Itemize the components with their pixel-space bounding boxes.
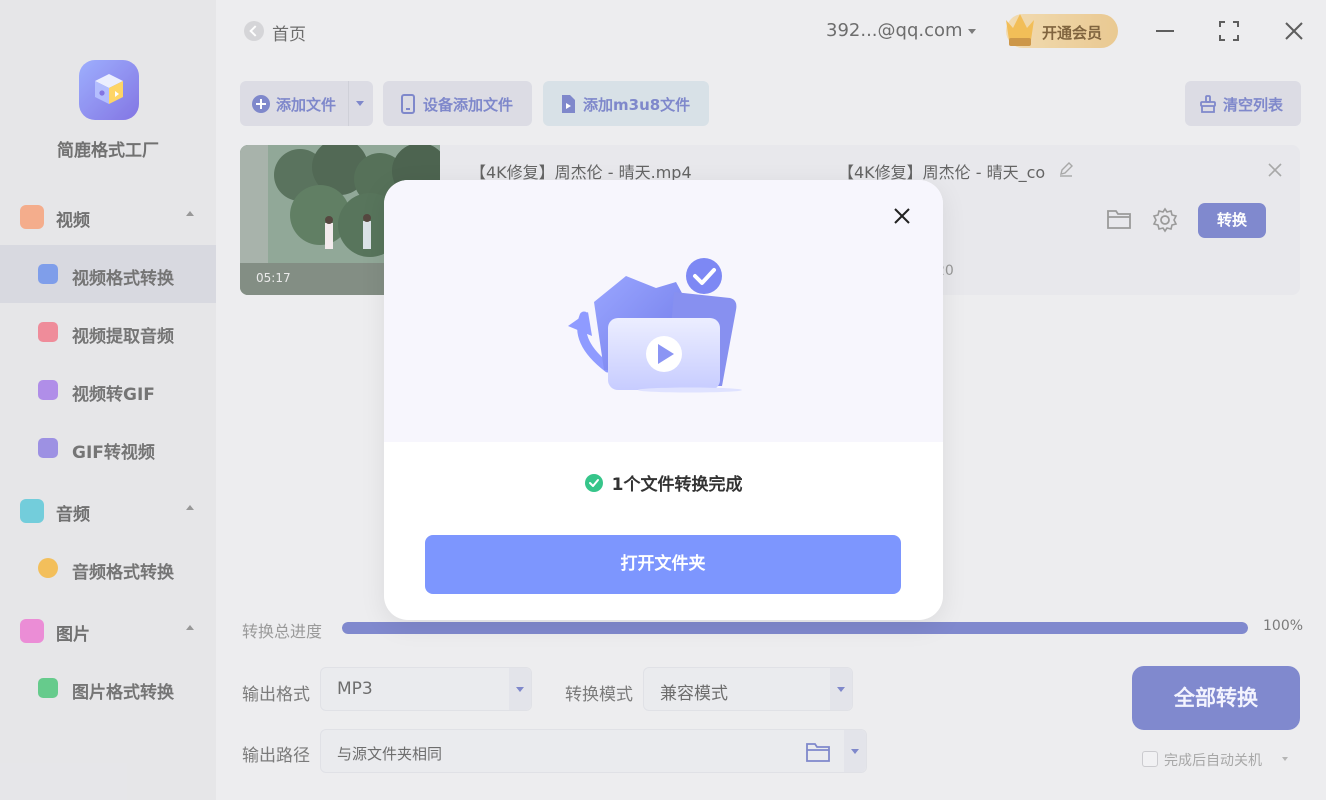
completion-message: 1个文件转换完成: [384, 470, 943, 495]
video-folder-illustration-icon: [568, 258, 742, 393]
check-circle-icon: [584, 473, 603, 492]
conversion-complete-dialog: 1个文件转换完成 打开文件夹: [384, 180, 943, 620]
open-folder-button[interactable]: 打开文件夹: [425, 535, 901, 594]
close-dialog-icon[interactable]: [890, 204, 914, 228]
completion-text: 1个文件转换完成: [611, 475, 743, 495]
dialog-hero: [384, 180, 943, 442]
